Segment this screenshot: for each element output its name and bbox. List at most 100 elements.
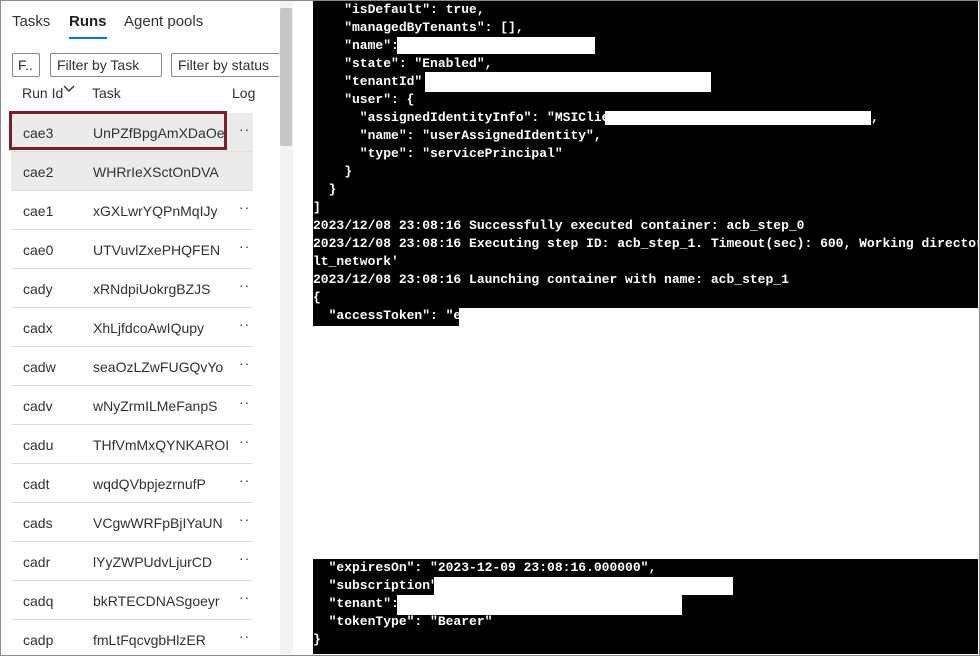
redaction-block	[605, 111, 871, 125]
run-task: WHRrIeXSctOnDVA	[93, 164, 219, 180]
table-row[interactable]: cads VCgwWRFpBjIYaUN ··	[11, 503, 253, 542]
log-line: }	[313, 182, 337, 197]
run-id: cady	[23, 281, 53, 297]
table-row[interactable]: cadw seaOzLZwFUGQvYo ··	[11, 347, 253, 386]
log-line: "managedByTenants": [],	[313, 20, 524, 35]
run-task: xGXLwrYQPnMqIJy	[93, 203, 218, 219]
log-line: }	[313, 164, 353, 179]
log-line: "name": "userAssignedIdentity",	[313, 128, 602, 143]
log-line: "state": "Enabled",	[313, 56, 493, 71]
table-row[interactable]: cadq bkRTECDNASgoeyr ··	[11, 581, 253, 620]
run-id: cadr	[23, 554, 51, 570]
run-id: cae1	[23, 203, 54, 219]
log-line: 2023/12/08 23:08:16 Launching container …	[313, 272, 789, 287]
selection-highlight	[9, 111, 227, 150]
redaction-block	[397, 37, 595, 54]
log-line: "expiresOn": "2023-12-09 23:08:16.000000…	[313, 560, 657, 575]
more-icon[interactable]: ··	[239, 589, 250, 605]
filter-by-task-label: Filter by Task	[57, 57, 140, 73]
log-line: {	[313, 290, 321, 305]
log-line: }	[313, 632, 321, 647]
more-icon[interactable]: ··	[239, 121, 250, 137]
run-task: xRNdpiUokrgBZJS	[93, 281, 211, 297]
more-icon[interactable]: ··	[239, 394, 250, 410]
table-row[interactable]: cae0 UTVuvlZxePHQFEN ··	[11, 230, 253, 269]
column-header-run-id[interactable]: Run Id	[22, 85, 63, 101]
log-line: "isDefault": true,	[313, 2, 485, 17]
log-line: "tokenType": "Bearer"	[313, 614, 493, 629]
log-line: 2023/12/08 23:08:16 Successfully execute…	[313, 218, 805, 233]
tab-tasks[interactable]: Tasks	[12, 13, 50, 30]
table-row[interactable]: cae2 WHRrIeXSctOnDVA	[11, 152, 253, 191]
log-line: "assignedIdentityInfo": "MSIClient-	[313, 110, 633, 125]
table-row[interactable]: cae1 xGXLwrYQPnMqIJy ··	[11, 191, 253, 230]
tab-bar: Tasks Runs Agent pools	[1, 1, 279, 41]
search-input[interactable]: F..	[12, 53, 40, 77]
filter-by-status-label: Filter by status	[178, 57, 270, 73]
run-task: wqdQVbpjezrnufP	[93, 476, 206, 492]
table-row[interactable]: cadt wqdQVbpjezrnufP ··	[11, 464, 253, 503]
redaction-block	[459, 308, 978, 326]
log-line: "tenantId":	[313, 74, 438, 89]
log-line: "accessToken": "ey	[313, 308, 470, 323]
filter-by-status-dropdown[interactable]: Filter by status	[171, 53, 279, 77]
run-task: THfVmMxQYNKAROI	[93, 437, 230, 453]
run-id: cadu	[23, 437, 54, 453]
run-task: VCgwWRFpBjIYaUN	[93, 515, 223, 531]
log-line: "tenant":	[313, 596, 407, 611]
log-line: "name":	[313, 38, 407, 53]
more-icon[interactable]: ··	[239, 511, 250, 527]
log-line: "user": {	[313, 92, 415, 107]
more-icon[interactable]: ··	[239, 316, 250, 332]
column-header-task[interactable]: Task	[92, 85, 121, 101]
run-task: seaOzLZwFUGQvYo	[93, 359, 224, 375]
run-task: XhLjfdcoAwIQupy	[93, 320, 205, 336]
redaction-block	[313, 326, 978, 559]
run-id: cadx	[23, 320, 53, 336]
more-icon[interactable]: ··	[239, 277, 250, 293]
run-task: bkRTECDNASgoeyr	[93, 593, 220, 609]
redaction-block	[425, 72, 711, 92]
log-line-trailing: ,	[871, 110, 879, 125]
more-icon[interactable]: ··	[239, 355, 250, 371]
log-console: "isDefault": true, "managedByTenants": […	[313, 1, 978, 654]
table-row[interactable]: cady xRNdpiUokrgBZJS ··	[11, 269, 253, 308]
run-id: cae0	[23, 242, 54, 258]
table-row[interactable]: cadu THfVmMxQYNKAROI ··	[11, 425, 253, 464]
more-icon[interactable]: ··	[239, 628, 250, 644]
more-icon[interactable]: ··	[239, 238, 250, 254]
run-task: fmLtFqcvgbHlzER	[93, 632, 206, 648]
log-line: "type": "servicePrincipal"	[313, 146, 563, 161]
run-task: wNyZrmILMeFanpS	[93, 398, 218, 414]
column-header-logs[interactable]: Log	[232, 85, 255, 101]
run-task: lYyZWPUdvLjurCD	[93, 554, 213, 570]
more-icon[interactable]: ··	[239, 550, 250, 566]
more-icon[interactable]: ··	[239, 472, 250, 488]
run-id: cadt	[23, 476, 50, 492]
more-icon[interactable]: ··	[239, 199, 250, 215]
tab-agent-pools[interactable]: Agent pools	[124, 13, 203, 30]
table-row[interactable]: cadx XhLjfdcoAwIQupy ··	[11, 308, 253, 347]
tab-runs[interactable]: Runs	[69, 13, 107, 39]
log-line: 2023/12/08 23:08:16 Executing step ID: a…	[313, 236, 978, 251]
run-task: UTVuvlZxePHQFEN	[93, 242, 221, 258]
runs-panel: Tasks Runs Agent pools F.. Filter by Tas…	[1, 1, 279, 654]
run-id: cadw	[23, 359, 56, 375]
filter-by-task-dropdown[interactable]: Filter by Task	[50, 53, 162, 93]
table-row[interactable]: cadv wNyZrmILMeFanpS ··	[11, 386, 253, 425]
redaction-block	[434, 577, 733, 595]
run-id: cads	[23, 515, 53, 531]
table-row[interactable]: cadr lYyZWPUdvLjurCD ··	[11, 542, 253, 581]
run-id: cadq	[23, 593, 54, 609]
log-line: lt_network'	[313, 254, 399, 269]
log-line: ]	[313, 200, 321, 215]
redaction-block	[397, 595, 682, 615]
run-id: cae2	[23, 164, 54, 180]
scrollbar-thumb[interactable]	[280, 8, 292, 146]
run-id: cadv	[23, 398, 53, 414]
table-row[interactable]: cadp fmLtFqcvgbHlzER ··	[11, 620, 253, 654]
more-icon[interactable]: ··	[239, 433, 250, 449]
run-id: cadp	[23, 632, 54, 648]
log-line: "subscription":	[313, 578, 454, 593]
chevron-down-icon	[63, 77, 75, 99]
